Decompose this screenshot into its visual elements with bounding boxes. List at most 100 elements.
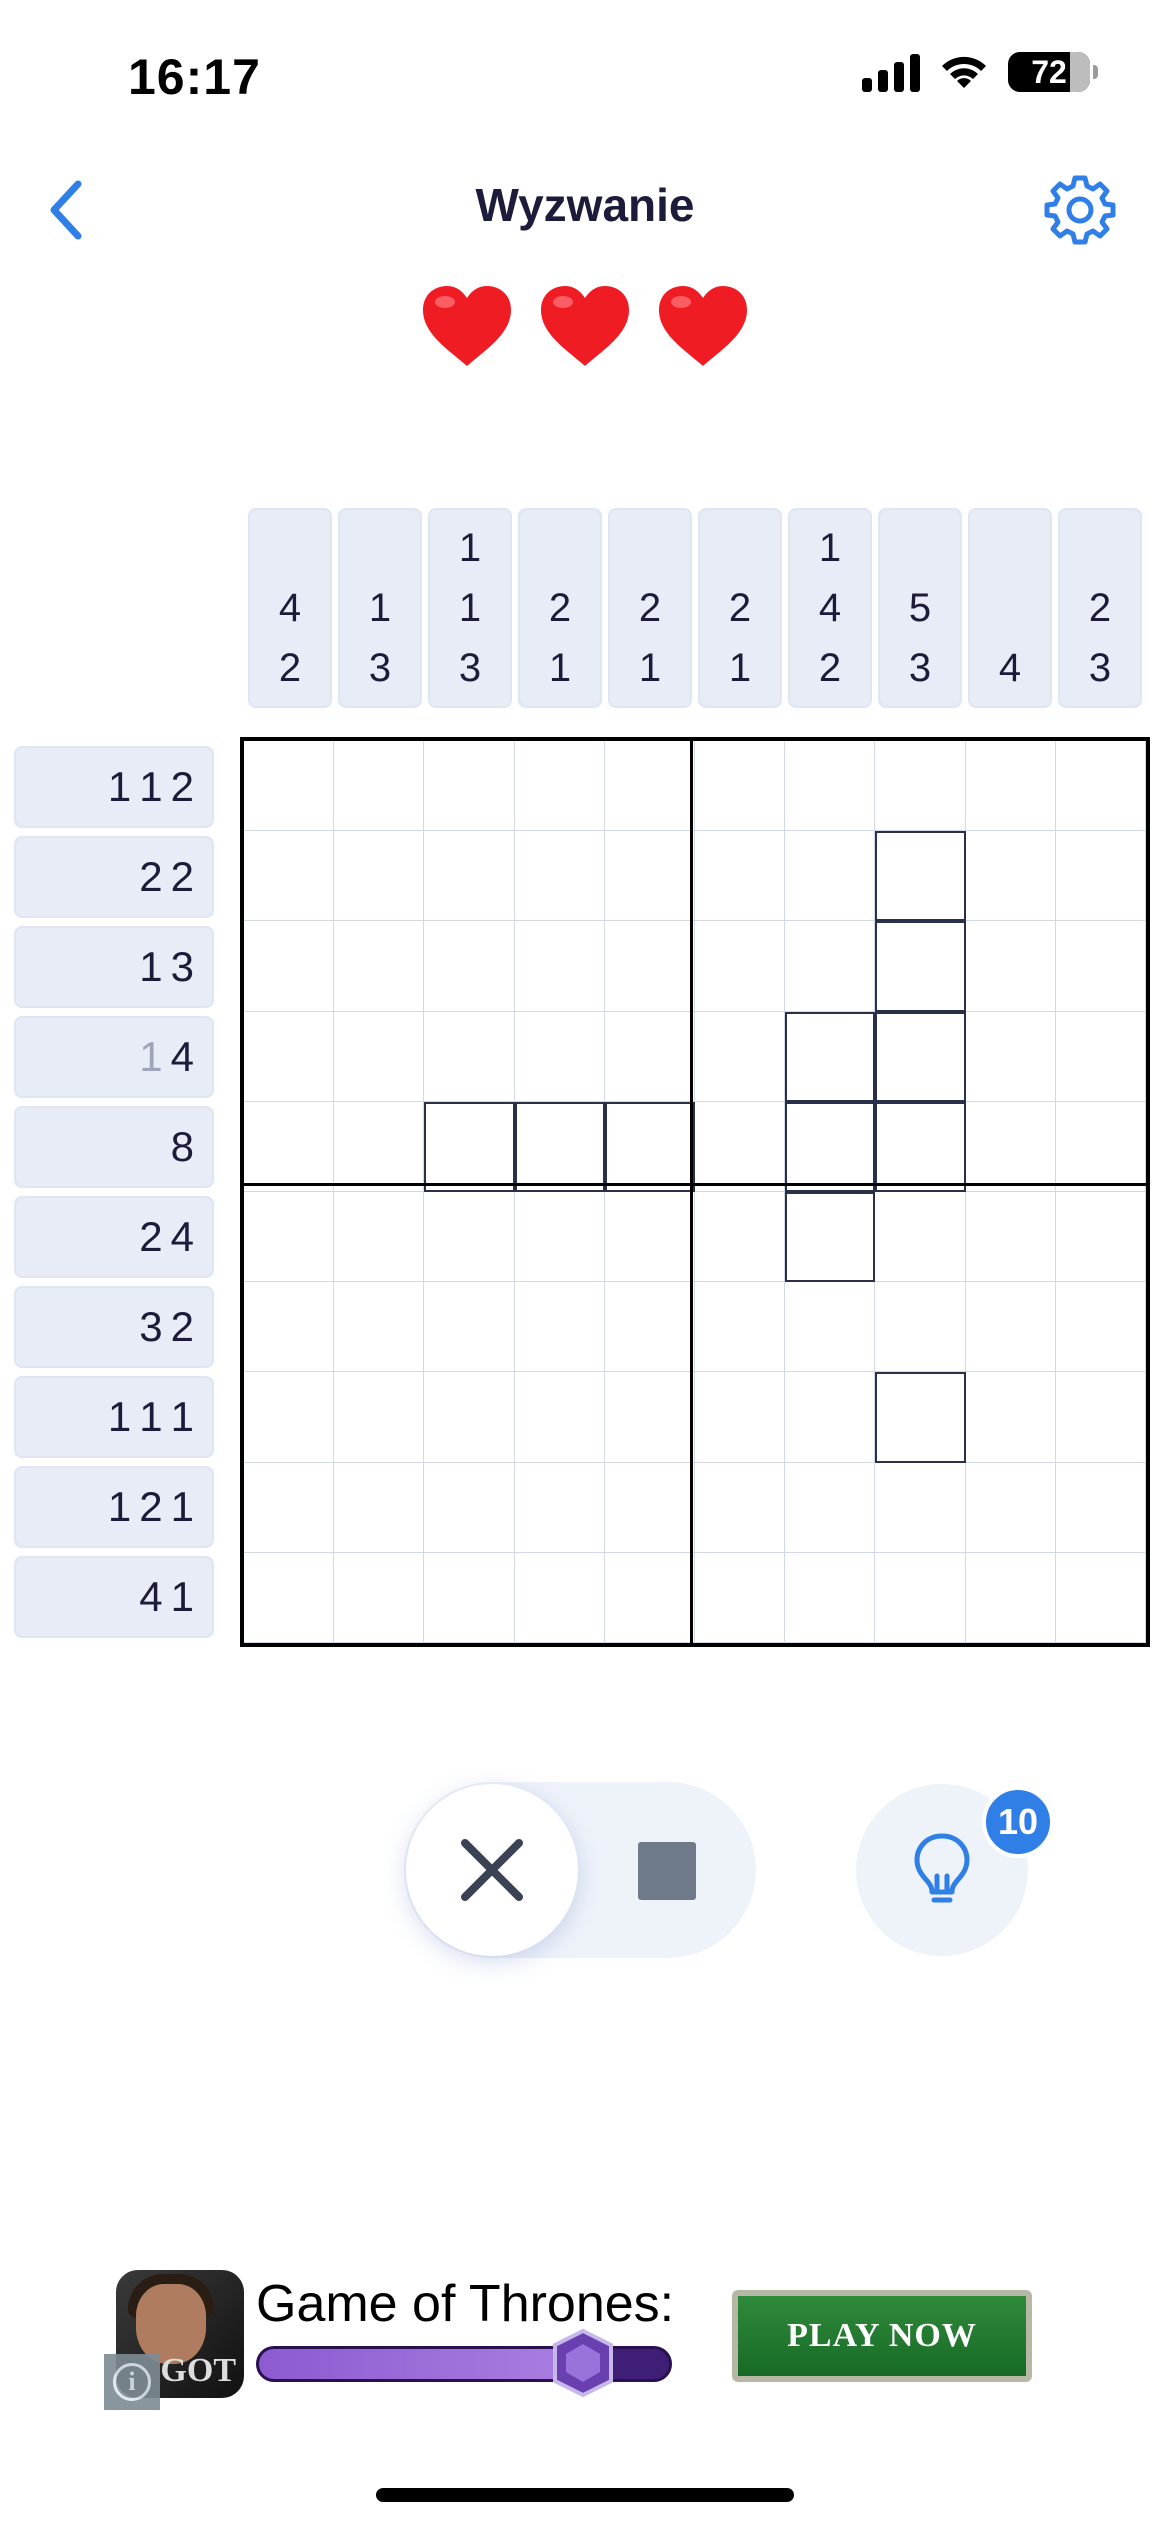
grid-cell[interactable] (514, 1552, 605, 1643)
grid-cell[interactable] (785, 921, 876, 1012)
grid-cell[interactable] (965, 1191, 1056, 1283)
grid-cell[interactable] (424, 1462, 515, 1553)
grid-cell[interactable] (424, 1372, 515, 1463)
grid-cell[interactable] (244, 1191, 335, 1283)
grid-cell[interactable] (1055, 1191, 1146, 1283)
grid-cell[interactable] (604, 1101, 695, 1192)
grid-cell[interactable] (334, 1191, 425, 1283)
grid-cell[interactable] (965, 741, 1056, 832)
grid-cell[interactable] (604, 741, 695, 832)
grid-cell[interactable] (785, 1191, 876, 1283)
grid-cell[interactable] (604, 831, 695, 922)
grid-cell[interactable] (694, 1372, 786, 1463)
grid-cell[interactable] (424, 921, 515, 1012)
grid-cell[interactable] (1055, 831, 1146, 922)
grid-cell[interactable] (965, 1011, 1056, 1102)
grid-cell[interactable] (785, 1372, 876, 1463)
grid-cell[interactable] (694, 921, 786, 1012)
grid-cell[interactable] (785, 741, 876, 832)
grid-cell[interactable] (604, 1552, 695, 1643)
grid-cell[interactable] (514, 1282, 605, 1373)
grid-cell[interactable] (694, 741, 786, 832)
grid-cell[interactable] (694, 831, 786, 922)
grid-cell[interactable] (244, 1552, 335, 1643)
grid-cell[interactable] (785, 1552, 876, 1643)
grid-cell[interactable] (424, 1101, 515, 1192)
grid-cell[interactable] (875, 831, 966, 922)
grid-cell[interactable] (244, 1101, 335, 1192)
grid-cell[interactable] (334, 1282, 425, 1373)
grid-cell[interactable] (875, 1282, 966, 1373)
grid-cell[interactable] (244, 1282, 335, 1373)
grid-cell[interactable] (1055, 921, 1146, 1012)
grid-cell[interactable] (694, 1191, 786, 1283)
grid-cell[interactable] (1055, 1462, 1146, 1553)
ad-play-now-button[interactable]: PLAY NOW (732, 2290, 1032, 2382)
grid-cell[interactable] (875, 1372, 966, 1463)
grid-cell[interactable] (785, 1011, 876, 1102)
grid-cell[interactable] (604, 1282, 695, 1373)
grid-cell[interactable] (514, 1462, 605, 1553)
grid-cell[interactable] (1055, 1101, 1146, 1192)
grid-cell[interactable] (785, 1462, 876, 1553)
grid-cell[interactable] (424, 1011, 515, 1102)
grid-cell[interactable] (694, 1011, 786, 1102)
grid-cell[interactable] (965, 831, 1056, 922)
grid-cell[interactable] (875, 1101, 966, 1192)
cross-mode-button[interactable] (406, 1784, 578, 1956)
grid-cell[interactable] (244, 1372, 335, 1463)
grid-cell[interactable] (785, 1101, 876, 1192)
grid-cell[interactable] (965, 1101, 1056, 1192)
ad-banner[interactable]: GOT i Game of Thrones: PLAY NOW (104, 2270, 1044, 2420)
grid-cell[interactable] (965, 1462, 1056, 1553)
grid-cell[interactable] (604, 1011, 695, 1102)
grid-cell[interactable] (785, 1282, 876, 1373)
grid-cell[interactable] (875, 1462, 966, 1553)
puzzle-grid[interactable] (240, 737, 1150, 1647)
grid-cell[interactable] (1055, 1372, 1146, 1463)
grid-cell[interactable] (604, 1462, 695, 1553)
grid-cell[interactable] (424, 741, 515, 832)
grid-cell[interactable] (514, 921, 605, 1012)
grid-cell[interactable] (875, 741, 966, 832)
fill-mode-button[interactable] (632, 1838, 702, 1904)
grid-cell[interactable] (424, 831, 515, 922)
ad-info-button[interactable]: i (104, 2354, 160, 2410)
grid-cell[interactable] (334, 1462, 425, 1553)
grid-cell[interactable] (1055, 1282, 1146, 1373)
grid-cell[interactable] (334, 741, 425, 832)
grid-cell[interactable] (334, 1552, 425, 1643)
grid-cell[interactable] (334, 1101, 425, 1192)
grid-cell[interactable] (694, 1462, 786, 1553)
grid-cell[interactable] (334, 831, 425, 922)
grid-cell[interactable] (694, 1282, 786, 1373)
grid-cell[interactable] (424, 1191, 515, 1283)
grid-cell[interactable] (514, 831, 605, 922)
grid-cell[interactable] (785, 831, 876, 922)
grid-cell[interactable] (1055, 1011, 1146, 1102)
grid-cell[interactable] (604, 1372, 695, 1463)
grid-cell[interactable] (875, 1011, 966, 1102)
grid-cell[interactable] (1055, 1552, 1146, 1643)
grid-cell[interactable] (244, 1011, 335, 1102)
grid-cell[interactable] (514, 1011, 605, 1102)
grid-cell[interactable] (334, 1372, 425, 1463)
grid-cell[interactable] (965, 921, 1056, 1012)
grid-cell[interactable] (604, 1191, 695, 1283)
grid-cell[interactable] (875, 1552, 966, 1643)
grid-cell[interactable] (514, 741, 605, 832)
grid-cell[interactable] (244, 831, 335, 922)
grid-cell[interactable] (965, 1282, 1056, 1373)
grid-cell[interactable] (694, 1101, 786, 1192)
grid-cell[interactable] (965, 1552, 1056, 1643)
settings-button[interactable] (1040, 170, 1120, 250)
grid-cell[interactable] (424, 1282, 515, 1373)
grid-cell[interactable] (424, 1552, 515, 1643)
grid-cell[interactable] (244, 921, 335, 1012)
grid-cell[interactable] (875, 921, 966, 1012)
grid-cell[interactable] (875, 1191, 966, 1283)
grid-cell[interactable] (514, 1191, 605, 1283)
grid-cell[interactable] (334, 1011, 425, 1102)
grid-cell[interactable] (604, 921, 695, 1012)
grid-cell[interactable] (244, 1462, 335, 1553)
